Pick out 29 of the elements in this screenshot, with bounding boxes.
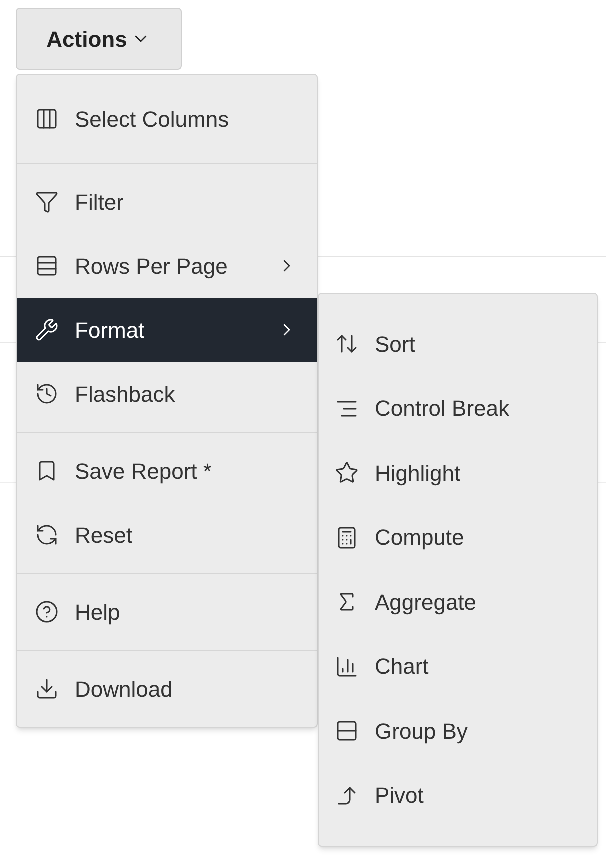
submenu-item[interactable]: Aggregate: [319, 570, 597, 634]
help-icon: [35, 600, 59, 624]
submenu-item[interactable]: Highlight: [319, 441, 597, 506]
grouped-rows-icon: [335, 719, 359, 744]
funnel-icon: [35, 190, 59, 214]
menu-item[interactable]: Flashback: [17, 362, 317, 426]
submenu-item[interactable]: Pivot: [319, 764, 597, 828]
circular-arrows-icon: [35, 523, 59, 547]
submenu-item[interactable]: Sort: [319, 312, 597, 376]
menu-item[interactable]: Reset: [17, 503, 317, 567]
menu-item[interactable]: Select Columns: [17, 87, 317, 151]
star-icon: [335, 461, 359, 486]
wrench-icon: [35, 318, 59, 342]
submenu-item[interactable]: Compute: [319, 506, 597, 570]
clock-arrow-icon: [35, 382, 59, 406]
rows-icon: [35, 254, 59, 278]
download-icon: [35, 677, 59, 701]
menu-item[interactable]: Download: [17, 657, 317, 721]
menu-item[interactable]: Format: [17, 298, 317, 362]
submenu-item[interactable]: Group By: [319, 699, 597, 764]
menu-item[interactable]: Rows Per Page: [17, 234, 317, 298]
menu-item[interactable]: Filter: [17, 170, 317, 234]
submenu-item[interactable]: Control Break: [319, 376, 597, 441]
columns-icon: [35, 107, 59, 131]
submenu-item[interactable]: Chart: [319, 634, 597, 699]
bar-chart-icon: [335, 654, 359, 679]
actions-button[interactable]: Actions: [16, 8, 182, 70]
menu-item[interactable]: Save Report *: [17, 439, 317, 503]
menu-item[interactable]: Help: [17, 580, 317, 644]
